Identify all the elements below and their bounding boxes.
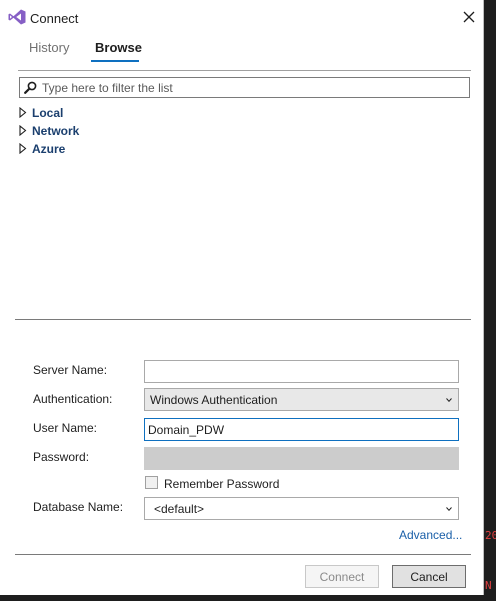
tree-item-label: Azure xyxy=(32,142,66,156)
cancel-button[interactable]: Cancel xyxy=(392,565,466,588)
search-icon xyxy=(24,81,37,94)
background-code-text: 20 xyxy=(485,529,496,542)
tab-divider xyxy=(18,70,471,71)
tree-item-network[interactable]: Network xyxy=(18,122,138,140)
server-name-label: Server Name: xyxy=(33,363,108,377)
button-divider xyxy=(15,554,471,555)
advanced-link[interactable]: Advanced... xyxy=(399,528,462,542)
password-input[interactable] xyxy=(144,447,459,470)
connect-button[interactable]: Connect xyxy=(305,565,379,588)
tree-item-azure[interactable]: Azure xyxy=(18,140,138,158)
chevron-down-icon xyxy=(446,507,452,511)
background-code-text: N xyxy=(485,579,492,592)
user-name-input[interactable] xyxy=(144,418,459,441)
authentication-select[interactable]: Windows Authentication xyxy=(144,388,459,411)
filter-input[interactable] xyxy=(42,79,462,96)
user-name-label: User Name: xyxy=(33,421,98,435)
authentication-label: Authentication: xyxy=(33,392,113,406)
database-name-label: Database Name: xyxy=(33,500,124,514)
remember-password-checkbox[interactable] xyxy=(145,476,158,489)
tab-browse[interactable]: Browse xyxy=(95,40,142,55)
authentication-value: Windows Authentication xyxy=(150,393,278,407)
tab-history[interactable]: History xyxy=(29,40,69,55)
database-name-select[interactable]: <default> xyxy=(144,497,459,520)
server-name-input[interactable] xyxy=(144,360,459,383)
tree-item-local[interactable]: Local xyxy=(18,104,138,122)
visual-studio-logo-icon xyxy=(8,9,26,25)
dialog-title: Connect xyxy=(30,11,79,26)
chevron-down-icon xyxy=(446,398,452,402)
expand-arrow-icon xyxy=(19,107,27,118)
close-button[interactable] xyxy=(458,6,480,28)
connect-dialog: Connect History Browse Local N xyxy=(0,0,484,595)
database-name-value: <default> xyxy=(154,502,205,516)
title-bar: Connect xyxy=(0,0,484,34)
section-divider xyxy=(15,319,471,320)
expand-arrow-icon xyxy=(19,143,27,154)
tree-item-label: Network xyxy=(32,124,80,138)
expand-arrow-icon xyxy=(19,125,27,136)
active-tab-indicator xyxy=(91,60,139,62)
tree-item-label: Local xyxy=(32,106,64,120)
password-label: Password: xyxy=(33,450,90,464)
remember-password-label: Remember Password xyxy=(164,477,280,491)
filter-box[interactable] xyxy=(19,77,470,98)
close-icon xyxy=(463,11,475,23)
